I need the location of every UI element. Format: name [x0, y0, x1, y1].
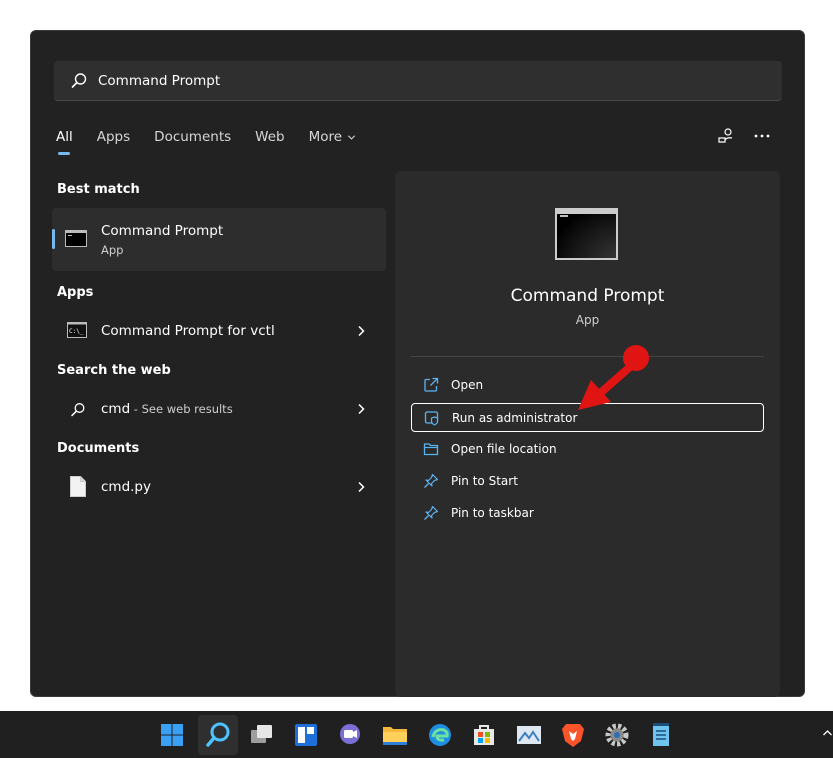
command-prompt-icon: C:\_ — [67, 322, 87, 338]
search-input[interactable] — [96, 71, 700, 90]
open-file-location-action[interactable]: Open file location — [411, 435, 764, 464]
notepad-icon[interactable] — [646, 720, 676, 750]
search-icon — [71, 403, 85, 417]
store-icon[interactable] — [469, 720, 499, 750]
detail-pane: Command Prompt App Open Run as administr… — [395, 171, 780, 697]
tab-apps[interactable]: Apps — [97, 127, 130, 155]
search-icon — [71, 72, 87, 88]
section-best-match: Best match — [57, 182, 140, 197]
tab-web[interactable]: Web — [255, 127, 284, 155]
edge-icon[interactable] — [425, 720, 455, 750]
best-match-item[interactable]: Command Prompt App — [52, 208, 386, 271]
app-result-item[interactable]: C:\_ Command Prompt for vctl — [52, 314, 386, 348]
chevron-right-icon — [358, 403, 365, 415]
section-apps: Apps — [57, 285, 94, 300]
annotation-arrow-icon — [578, 345, 649, 410]
tab-all[interactable]: All — [56, 127, 73, 155]
document-result-item[interactable]: cmd.py — [52, 470, 386, 504]
widgets-icon[interactable] — [291, 720, 321, 750]
command-prompt-icon — [65, 230, 87, 247]
pin-icon — [424, 505, 439, 520]
svg-text:C:\_: C:\_ — [69, 328, 84, 335]
start-icon[interactable] — [157, 720, 187, 750]
account-switch-icon[interactable] — [716, 126, 736, 146]
start-search-panel: All Apps Documents Web More Best match C… — [30, 30, 805, 697]
detail-title: Command Prompt — [510, 286, 665, 306]
brave-icon[interactable] — [558, 720, 588, 750]
tab-documents[interactable]: Documents — [154, 127, 231, 155]
taskbar — [0, 711, 833, 758]
folder-icon — [423, 443, 439, 456]
selection-indicator — [52, 229, 55, 249]
more-options-icon[interactable] — [752, 126, 772, 146]
tab-more[interactable]: More — [309, 127, 356, 155]
chevron-up-icon[interactable] — [822, 728, 833, 738]
settings-icon[interactable] — [602, 720, 632, 750]
pin-icon — [424, 473, 439, 488]
chat-icon[interactable] — [335, 720, 365, 750]
command-prompt-large-icon — [555, 208, 618, 260]
open-icon — [424, 377, 439, 392]
chevron-down-icon — [348, 134, 356, 140]
best-match-title: Command Prompt — [101, 223, 224, 239]
photos-icon[interactable] — [514, 720, 544, 750]
file-explorer-icon[interactable] — [380, 720, 410, 750]
document-icon — [70, 476, 86, 497]
section-search-web: Search the web — [57, 363, 171, 378]
chevron-right-icon — [358, 481, 365, 493]
search-box[interactable] — [54, 61, 782, 101]
web-result-item[interactable]: cmd - See web results — [52, 392, 386, 426]
filter-tabs: All Apps Documents Web More — [56, 127, 380, 155]
best-match-subtitle: App — [101, 243, 124, 257]
task-view-icon[interactable] — [247, 720, 277, 750]
detail-subtitle: App — [575, 313, 600, 327]
chevron-right-icon — [358, 325, 365, 337]
search-icon[interactable] — [203, 720, 233, 750]
pin-to-start-action[interactable]: Pin to Start — [411, 467, 764, 496]
pin-to-taskbar-action[interactable]: Pin to taskbar — [411, 499, 764, 528]
shield-icon — [424, 411, 439, 426]
section-documents: Documents — [57, 441, 140, 456]
